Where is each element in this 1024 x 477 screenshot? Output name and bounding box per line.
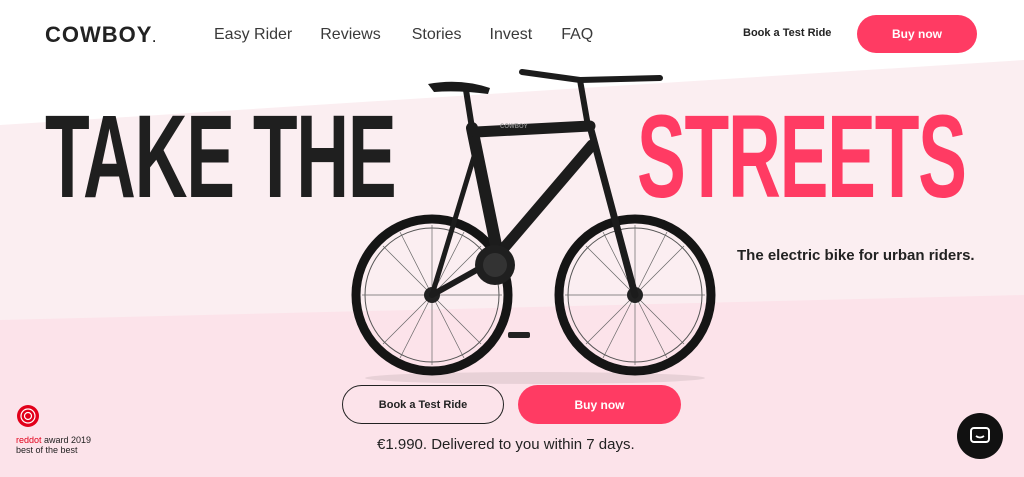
buy-now-button[interactable]: Buy now: [518, 385, 681, 424]
award-brand: reddot: [16, 435, 42, 445]
nav-link-invest[interactable]: Invest: [490, 26, 533, 44]
nav-links: Easy Rider Reviews Stories Invest FAQ: [214, 26, 593, 44]
reddot-award-badge: reddot award 2019 best of the best: [16, 404, 91, 456]
book-test-ride-button[interactable]: Book a Test Ride: [342, 385, 504, 424]
price-delivery-text: €1.990. Delivered to you within 7 days.: [377, 436, 635, 453]
award-subtitle: best of the best: [16, 445, 78, 456]
hero-tagline: The electric bike for urban riders.: [737, 247, 975, 264]
nav-book-test-ride-link[interactable]: Book a Test Ride: [743, 27, 831, 39]
chat-bubble-icon: [970, 427, 990, 443]
cowboy-logo[interactable]: COWBOY.: [45, 22, 157, 48]
nav-link-easy-rider[interactable]: Easy Rider: [214, 26, 292, 44]
chat-button[interactable]: [957, 413, 1003, 459]
nav-link-stories[interactable]: Stories: [412, 26, 462, 44]
bike-image: COWBOY: [351, 69, 716, 384]
reddot-logo-icon: [17, 405, 39, 427]
nav-buy-now-button[interactable]: Buy now: [857, 15, 977, 53]
nav-link-faq[interactable]: FAQ: [561, 26, 593, 44]
nav-link-reviews[interactable]: Reviews: [320, 26, 380, 44]
award-year: award 2019: [41, 435, 92, 445]
bike-frame-logo: COWBOY: [500, 124, 528, 130]
